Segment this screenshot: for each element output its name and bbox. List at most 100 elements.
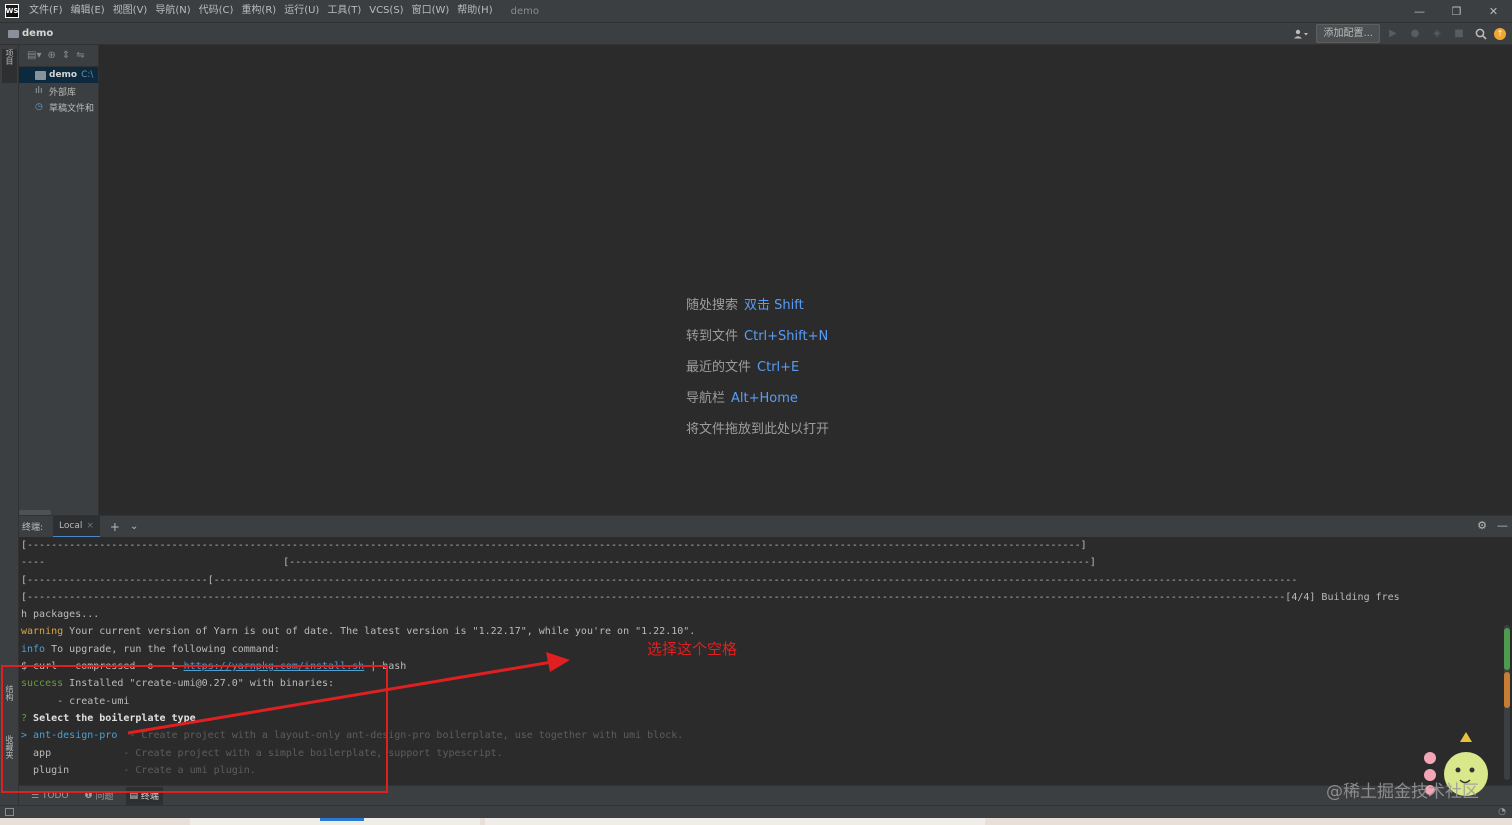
structure-tool-tab[interactable]: 结构 — [2, 685, 17, 725]
taskbar-active-indicator — [320, 818, 364, 821]
project-tab-label: 项目 — [5, 49, 14, 65]
chevron-down-icon[interactable]: ⌄ — [130, 521, 138, 532]
taskbar-item[interactable] — [485, 818, 985, 825]
navigation-bar: demo 添加配置... ▶ ● ◈ ■ ↑ — [0, 22, 1512, 45]
main-menu: 文件(F) 编辑(E) 视图(V) 导航(N) 代码(C) 重构(R) 运行(U… — [25, 0, 497, 22]
hint-drop-files: 将文件拖放到此处以打开 — [686, 418, 829, 437]
status-bar: ◔ — [0, 805, 1512, 818]
user-dropdown-icon[interactable] — [1290, 25, 1312, 43]
bottom-tool-buttons: ☰ TODO ❶ 问题 ▤ 终端 — [19, 785, 1512, 805]
boilerplate-option-app[interactable]: app - Create project with a simple boile… — [21, 745, 1512, 762]
menu-refactor[interactable]: 重构(R) — [237, 0, 280, 22]
restore-icon[interactable]: ❐ — [1438, 0, 1475, 22]
window-title: demo — [510, 5, 539, 17]
tree-item-scratches[interactable]: ◷ 草稿文件和 — [19, 99, 98, 115]
menu-navigate[interactable]: 导航(N) — [151, 0, 194, 22]
gear-icon[interactable]: ⚙ — [1477, 519, 1487, 532]
hint-label: 将文件拖放到此处以打开 — [686, 422, 830, 437]
terminal-line-warning: warning Your current version of Yarn is … — [21, 626, 696, 638]
problems-tool-button[interactable]: ❶ 问题 — [81, 787, 118, 805]
title-bar: WS 文件(F) 编辑(E) 视图(V) 导航(N) 代码(C) 重构(R) 运… — [0, 0, 1512, 22]
tree-item-label: demo — [49, 70, 78, 80]
update-icon[interactable]: ↑ — [1494, 27, 1506, 40]
terminal-line: [---------------------------------------… — [21, 540, 1087, 551]
terminal-scrollbar-thumb[interactable] — [1504, 628, 1510, 670]
add-configuration-button[interactable]: 添加配置... — [1316, 24, 1380, 43]
annotation-label: 选择这个空格 — [647, 640, 738, 658]
menu-edit[interactable]: 编辑(E) — [67, 0, 109, 22]
add-terminal-icon[interactable]: + — [110, 520, 120, 534]
breadcrumb-project[interactable]: demo — [22, 28, 53, 39]
terminal-line-success: success Installed "create-umi@0.27.0" wi… — [21, 678, 335, 690]
hide-panel-icon[interactable]: — — [1497, 519, 1508, 532]
close-tab-icon[interactable]: × — [86, 521, 94, 531]
menu-help[interactable]: 帮助(H) — [453, 0, 496, 22]
terminal-line: h packages... — [21, 609, 100, 621]
minimize-icon[interactable]: — — [1401, 0, 1438, 22]
webstorm-logo-icon: WS — [5, 4, 19, 18]
project-tool-tab[interactable]: 项目 — [2, 49, 17, 83]
terminal-actions: ⚙ — — [1477, 519, 1508, 532]
tree-item-label: 草稿文件和 — [49, 103, 95, 114]
event-log-icon[interactable]: ◔ — [1498, 807, 1506, 817]
menu-window[interactable]: 窗口(W) — [408, 0, 454, 22]
terminal-title: 终端: — [22, 523, 44, 533]
favorites-tool-tab[interactable]: 收藏夹 — [2, 735, 17, 783]
hint-label: 最近的文件 — [686, 360, 752, 375]
terminal-line: [---------------------------------------… — [21, 591, 1400, 603]
folder-icon — [35, 70, 46, 80]
hint-search-everywhere: 随处搜索 双击 Shift — [686, 294, 804, 313]
run-icon[interactable]: ▶ — [1384, 25, 1402, 43]
menu-view[interactable]: 视图(V) — [109, 0, 152, 22]
terminal-line-info: info To upgrade, run the following comma… — [21, 643, 280, 655]
folder-icon — [8, 29, 19, 38]
hint-goto-file: 转到文件 Ctrl+Shift+N — [686, 325, 828, 344]
project-view-dropdown-icon[interactable]: ▤▾ — [27, 50, 41, 61]
todo-tool-button[interactable]: ☰ TODO — [27, 787, 73, 805]
left-tool-stripe: 项目 结构 收藏夹 — [0, 45, 19, 815]
menu-tools[interactable]: 工具(T) — [323, 0, 365, 22]
boilerplate-option-ant-design-pro[interactable]: > ant-design-pro - Create project with a… — [21, 727, 1512, 744]
hint-label: 转到文件 — [686, 329, 739, 344]
close-icon[interactable]: ✕ — [1475, 0, 1512, 22]
locate-icon[interactable]: ⊕ — [47, 50, 55, 61]
hint-navigation-bar: 导航栏 Alt+Home — [686, 387, 798, 406]
terminal-line: - create-umi — [21, 695, 130, 707]
coverage-icon[interactable]: ◈ — [1428, 25, 1446, 43]
stop-icon[interactable]: ■ — [1450, 25, 1468, 43]
terminal-prompt: ? Select the boilerplate type — [21, 712, 196, 724]
menu-run[interactable]: 运行(U) — [280, 0, 323, 22]
toggle-tool-windows-icon[interactable] — [5, 808, 14, 816]
project-panel: ▤▾ ⊕ ⇕ ⇋ demo C:\ ılı 外部库 ◷ 草稿文件和 — [19, 45, 99, 515]
collapse-all-icon[interactable]: ⇕ — [62, 50, 70, 61]
terminal-header: 终端: Local × + ⌄ ⚙ — — [19, 515, 1512, 538]
terminal-output[interactable]: [---------------------------------------… — [19, 537, 1512, 785]
tree-item-label: 外部库 — [49, 87, 77, 98]
run-toolbar: 添加配置... ▶ ● ◈ ■ ↑ — [1290, 24, 1506, 43]
watermark: @稀土掘金技术社区 — [1326, 782, 1479, 802]
install-script-link[interactable]: https://yarnpkg.com/install.sh — [184, 661, 365, 672]
tree-item-external-libraries[interactable]: ılı 外部库 — [19, 83, 98, 99]
hint-recent-files: 最近的文件 Ctrl+E — [686, 356, 799, 375]
settings-icon[interactable]: ⇋ — [76, 50, 84, 61]
menu-code[interactable]: 代码(C) — [195, 0, 238, 22]
editor-empty-state: 随处搜索 双击 Shift 转到文件 Ctrl+Shift+N 最近的文件 Ctrl+… — [99, 45, 1512, 515]
hint-shortcut: 双击 Shift — [744, 298, 804, 313]
structure-tab-label: 结构 — [5, 685, 14, 701]
scratch-icon: ◷ — [35, 102, 43, 112]
hint-label: 随处搜索 — [686, 298, 739, 313]
terminal-line-curl: $ curl --compressed -o- -L https://yarnp… — [21, 661, 407, 673]
boilerplate-option-plugin[interactable]: plugin - Create a umi plugin. — [21, 762, 1512, 779]
library-icon: ılı — [35, 86, 43, 96]
project-toolbar: ▤▾ ⊕ ⇕ ⇋ — [19, 45, 98, 67]
hint-label: 导航栏 — [686, 391, 726, 406]
tree-item-demo[interactable]: demo C:\ — [19, 67, 98, 83]
search-icon[interactable] — [1472, 25, 1490, 43]
debug-icon[interactable]: ● — [1406, 25, 1424, 43]
menu-vcs[interactable]: VCS(S) — [365, 0, 407, 22]
hint-shortcut: Alt+Home — [731, 391, 798, 406]
terminal-scrollbar-marker — [1504, 672, 1510, 708]
terminal-tool-button[interactable]: ▤ 终端 — [125, 786, 163, 805]
terminal-tab-local[interactable]: Local × — [53, 515, 100, 538]
menu-file[interactable]: 文件(F) — [25, 0, 67, 22]
